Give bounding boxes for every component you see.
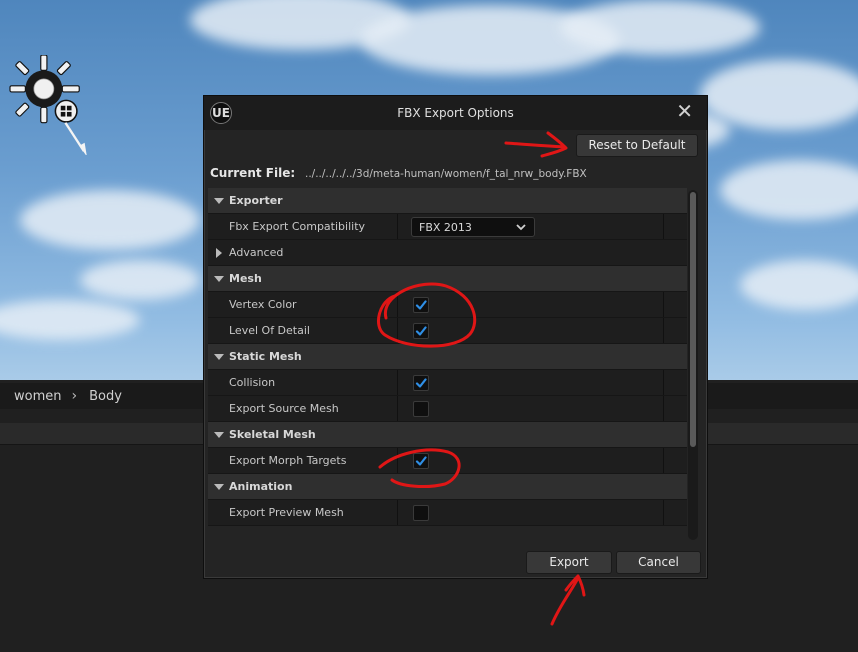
- level-of-detail-checkbox[interactable]: [413, 323, 429, 339]
- sun-light-icon[interactable]: [0, 55, 100, 155]
- details-panel: Exporter Fbx Export Compatibility FBX 2013…: [208, 188, 704, 542]
- property-row-export-preview-mesh: Export Preview Mesh: [208, 500, 687, 526]
- property-row-fbx-export-compatibility: Fbx Export Compatibility FBX 2013: [208, 214, 687, 240]
- fbx-compatibility-dropdown[interactable]: FBX 2013: [411, 217, 535, 237]
- vertex-color-checkbox[interactable]: [413, 297, 429, 313]
- property-row-collision: Collision: [208, 370, 687, 396]
- export-preview-mesh-checkbox[interactable]: [413, 505, 429, 521]
- column-divider[interactable]: [397, 500, 398, 525]
- property-label: Export Morph Targets: [229, 454, 347, 467]
- chevron-down-icon: [516, 224, 526, 231]
- collapse-arrow-icon[interactable]: [214, 276, 224, 282]
- category-animation[interactable]: Animation: [208, 474, 687, 500]
- category-exporter[interactable]: Exporter: [208, 188, 687, 214]
- dialog-title: FBX Export Options: [397, 106, 514, 120]
- property-label: Fbx Export Compatibility: [229, 220, 366, 233]
- column-divider[interactable]: [397, 214, 398, 239]
- property-label: Advanced: [229, 246, 284, 259]
- scrollbar[interactable]: [688, 190, 698, 540]
- dropdown-value: FBX 2013: [419, 221, 472, 234]
- chevron-right-icon: ›: [71, 388, 78, 404]
- scrollbar-thumb[interactable]: [690, 192, 696, 447]
- column-divider: [663, 396, 664, 421]
- property-label: Static Mesh: [229, 350, 302, 363]
- collapse-arrow-icon[interactable]: [214, 354, 224, 360]
- column-divider: [663, 214, 664, 239]
- category-mesh[interactable]: Mesh: [208, 266, 687, 292]
- column-divider[interactable]: [397, 292, 398, 317]
- property-label: Level Of Detail: [229, 324, 310, 337]
- breadcrumb-item-body[interactable]: Body: [81, 389, 128, 404]
- current-file-label: Current File:: [210, 166, 296, 180]
- property-list: Exporter Fbx Export Compatibility FBX 2013…: [208, 188, 687, 526]
- column-divider[interactable]: [397, 448, 398, 473]
- column-divider: [663, 318, 664, 343]
- checkmark-icon: [415, 456, 427, 466]
- cancel-button[interactable]: Cancel: [616, 551, 701, 574]
- collision-checkbox[interactable]: [413, 375, 429, 391]
- category-static-mesh[interactable]: Static Mesh: [208, 344, 687, 370]
- property-row-export-morph-targets: Export Morph Targets: [208, 448, 687, 474]
- property-label: Exporter: [229, 194, 283, 207]
- checkmark-icon: [415, 378, 427, 388]
- column-divider: [663, 448, 664, 473]
- property-row-level-of-detail: Level Of Detail: [208, 318, 687, 344]
- close-icon[interactable]: ✕: [676, 99, 693, 123]
- export-source-mesh-checkbox[interactable]: [413, 401, 429, 417]
- checkmark-icon: [415, 326, 427, 336]
- export-button[interactable]: Export: [526, 551, 612, 574]
- column-divider: [663, 500, 664, 525]
- property-row-vertex-color: Vertex Color: [208, 292, 687, 318]
- collapse-arrow-icon[interactable]: [214, 198, 224, 204]
- dialog-titlebar: UE FBX Export Options ✕: [204, 96, 707, 130]
- breadcrumb-item-women[interactable]: women: [0, 389, 68, 404]
- category-advanced[interactable]: Advanced: [208, 240, 687, 266]
- property-row-export-source-mesh: Export Source Mesh: [208, 396, 687, 422]
- export-morph-targets-checkbox[interactable]: [413, 453, 429, 469]
- column-divider[interactable]: [397, 370, 398, 395]
- property-label: Collision: [229, 376, 276, 389]
- column-divider: [663, 292, 664, 317]
- reset-to-default-button[interactable]: Reset to Default: [576, 134, 698, 157]
- column-divider[interactable]: [397, 318, 398, 343]
- property-label: Skeletal Mesh: [229, 428, 316, 441]
- property-label: Vertex Color: [229, 298, 297, 311]
- property-label: Export Source Mesh: [229, 402, 339, 415]
- collapse-arrow-icon[interactable]: [214, 484, 224, 490]
- property-label: Animation: [229, 480, 293, 493]
- current-file: Current File: ../../../../../3d/meta-hum…: [210, 166, 702, 180]
- collapse-arrow-icon[interactable]: [214, 432, 224, 438]
- property-label: Mesh: [229, 272, 262, 285]
- current-file-value: ../../../../../3d/meta-human/women/f_tal…: [304, 168, 587, 180]
- property-label: Export Preview Mesh: [229, 506, 344, 519]
- fbx-export-options-dialog: UE FBX Export Options ✕ Reset to Default…: [203, 95, 708, 579]
- category-skeletal-mesh[interactable]: Skeletal Mesh: [208, 422, 687, 448]
- checkmark-icon: [415, 300, 427, 310]
- column-divider[interactable]: [397, 396, 398, 421]
- expand-arrow-icon[interactable]: [216, 248, 222, 258]
- column-divider: [663, 370, 664, 395]
